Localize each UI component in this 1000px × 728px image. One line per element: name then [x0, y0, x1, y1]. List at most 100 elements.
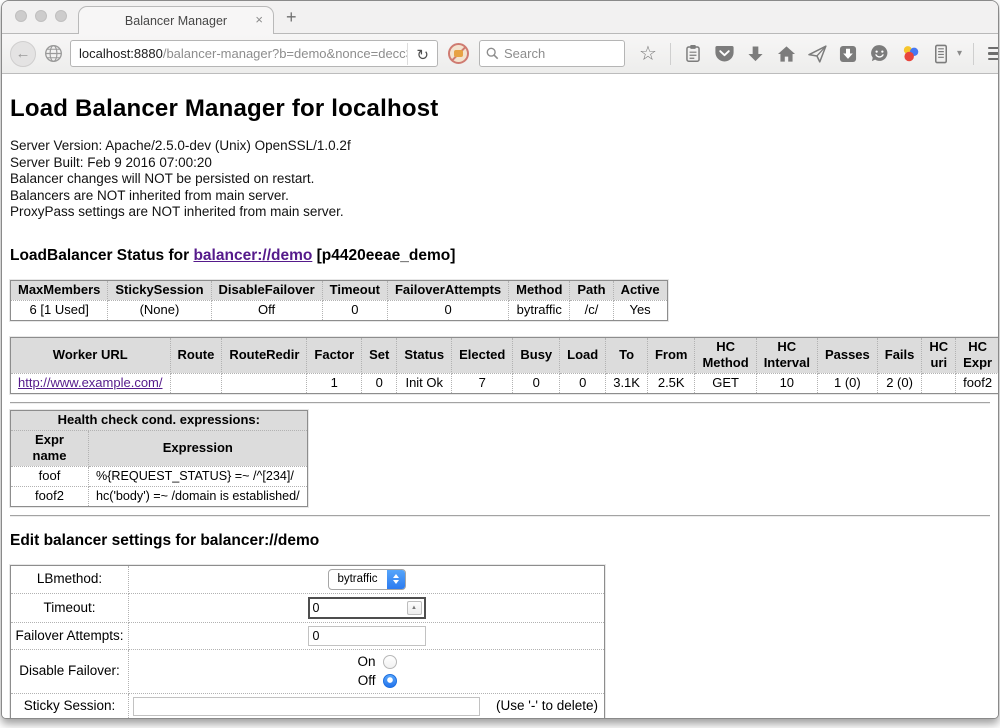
- tab-close-icon[interactable]: ×: [255, 13, 263, 27]
- home-icon[interactable]: [775, 43, 797, 65]
- site-identity-globe-icon[interactable]: [42, 43, 64, 65]
- timeout-label: Timeout:: [11, 593, 129, 622]
- search-icon: [486, 47, 499, 60]
- server-built-line: Server Built: Feb 9 2016 07:00:20: [10, 155, 990, 172]
- col-load: Load: [560, 337, 606, 373]
- cell-expr-name: foof2: [11, 486, 89, 506]
- navigation-toolbar: ← localhost:8880/balancer-manager?b=demo…: [2, 34, 998, 74]
- url-path: /balancer-manager?b=demo&nonce=decc37be-…: [163, 46, 408, 61]
- disable-failover-row: Disable Failover: On Off: [11, 649, 605, 693]
- cell-set: 0: [362, 373, 397, 393]
- col-hc-method: HC Method: [695, 337, 756, 373]
- worker-table: Worker URL Route RouteRedir Factor Set S…: [10, 337, 999, 394]
- col-active: Active: [613, 280, 667, 300]
- colored-dots-addon-icon[interactable]: [899, 43, 921, 65]
- cell-path: /c/: [570, 300, 613, 320]
- url-text[interactable]: localhost:8880/balancer-manager?b=demo&n…: [79, 46, 407, 61]
- section-divider: [10, 402, 990, 404]
- sticky-session-row: Sticky Session: (Use '-' to delete): [11, 693, 605, 719]
- col-worker-url: Worker URL: [11, 337, 171, 373]
- timeout-row: Timeout: ▲: [11, 593, 605, 622]
- minimize-window-button[interactable]: [35, 10, 47, 22]
- radio-on[interactable]: [383, 655, 397, 669]
- sticky-session-input[interactable]: [133, 697, 480, 716]
- cell-expr-name: foof: [11, 466, 89, 486]
- search-input[interactable]: [504, 46, 604, 61]
- new-tab-button[interactable]: +: [286, 7, 297, 28]
- pocket-icon[interactable]: [713, 43, 735, 65]
- edit-balancer-form: LBmethod: bytraffic Timeout: ▲ Failover …: [10, 565, 605, 719]
- tab-balancer-manager[interactable]: Balancer Manager ×: [78, 6, 274, 34]
- cell-worker-url: http://www.example.com/: [11, 373, 171, 393]
- col-hc-uri: HC uri: [922, 337, 956, 373]
- page-content: Load Balancer Manager for localhost Serv…: [2, 74, 998, 719]
- feedback-smiley-icon[interactable]: [868, 43, 890, 65]
- lbmethod-selected-value: bytraffic: [329, 571, 387, 587]
- col-hc-expr: HC Expr: [956, 337, 999, 373]
- dropdown-caret-icon[interactable]: ▾: [957, 48, 962, 59]
- sticky-session-label: Sticky Session:: [11, 693, 129, 719]
- health-check-table: Health check cond. expressions: Expr nam…: [10, 410, 308, 507]
- bookmark-star-icon[interactable]: ☆: [637, 43, 659, 65]
- send-tab-plane-icon[interactable]: [806, 43, 828, 65]
- download-arrow-icon[interactable]: [744, 43, 766, 65]
- toolbar-separator: [973, 43, 974, 65]
- menu-icon[interactable]: [985, 43, 999, 65]
- failover-attempts-label: Failover Attempts:: [11, 622, 129, 649]
- server-info: Server Version: Apache/2.5.0-dev (Unix) …: [10, 138, 990, 221]
- loadbalancer-status-heading: LoadBalancer Status for balancer://demo …: [10, 247, 990, 265]
- hc-title-row: Health check cond. expressions:: [11, 410, 308, 430]
- col-route: Route: [170, 337, 222, 373]
- zoom-window-button[interactable]: [55, 10, 67, 22]
- reload-button[interactable]: ↻: [407, 43, 433, 65]
- page-panel-icon[interactable]: [930, 43, 952, 65]
- cell-failoverattempts: 0: [387, 300, 508, 320]
- content-blocked-icon[interactable]: [448, 43, 469, 64]
- section-divider: [10, 515, 990, 517]
- toolbar-icons: ☆: [637, 43, 999, 65]
- cell-load: 0: [560, 373, 606, 393]
- cell-active: Yes: [613, 300, 667, 320]
- worker-header-row: Worker URL Route RouteRedir Factor Set S…: [11, 337, 1000, 373]
- browser-window: Balancer Manager × + ← localhost:8880/ba…: [1, 0, 999, 719]
- cell-maxmembers: 6 [1 Used]: [11, 300, 108, 320]
- radio-on-label: On: [357, 654, 375, 670]
- col-set: Set: [362, 337, 397, 373]
- col-fails: Fails: [877, 337, 922, 373]
- worker-url-link[interactable]: http://www.example.com/: [18, 375, 163, 390]
- cell-passes: 1 (0): [817, 373, 877, 393]
- back-button[interactable]: ←: [10, 41, 36, 67]
- cell-hc-uri: [922, 373, 956, 393]
- proxypass-note-line: ProxyPass settings are NOT inherited fro…: [10, 204, 990, 221]
- cell-hc-expr: foof2: [956, 373, 999, 393]
- col-disablefailover: DisableFailover: [211, 280, 322, 300]
- cell-factor: 1: [307, 373, 362, 393]
- lbmethod-row: LBmethod: bytraffic: [11, 565, 605, 593]
- balancers-note-line: Balancers are NOT inherited from main se…: [10, 188, 990, 205]
- hc-table-title: Health check cond. expressions:: [11, 410, 308, 430]
- lbmethod-select[interactable]: bytraffic: [328, 569, 406, 590]
- cell-busy: 0: [513, 373, 560, 393]
- toolbar-separator: [670, 43, 671, 65]
- cell-expression: %{REQUEST_STATUS} =~ /^[234]/: [89, 466, 308, 486]
- failover-attempts-input[interactable]: [308, 626, 426, 646]
- select-stepper-icon: [387, 569, 405, 590]
- cell-to: 3.1K: [606, 373, 648, 393]
- col-maxmembers: MaxMembers: [11, 280, 108, 300]
- search-bar[interactable]: [479, 40, 625, 67]
- save-to-device-icon[interactable]: [837, 43, 859, 65]
- cell-fails: 2 (0): [877, 373, 922, 393]
- close-window-button[interactable]: [15, 10, 27, 22]
- timeout-field-shell: ▲: [308, 597, 426, 619]
- col-to: To: [606, 337, 648, 373]
- balancer-demo-link[interactable]: balancer://demo: [193, 247, 312, 264]
- col-status: Status: [397, 337, 452, 373]
- col-stickysession: StickySession: [108, 280, 211, 300]
- url-bar[interactable]: localhost:8880/balancer-manager?b=demo&n…: [70, 40, 438, 67]
- col-path: Path: [570, 280, 613, 300]
- timeout-input[interactable]: [310, 601, 400, 615]
- number-spinner-icon[interactable]: ▲: [407, 601, 422, 615]
- radio-off[interactable]: [383, 674, 397, 688]
- col-elected: Elected: [452, 337, 513, 373]
- bookmarks-clipboard-icon[interactable]: [682, 43, 704, 65]
